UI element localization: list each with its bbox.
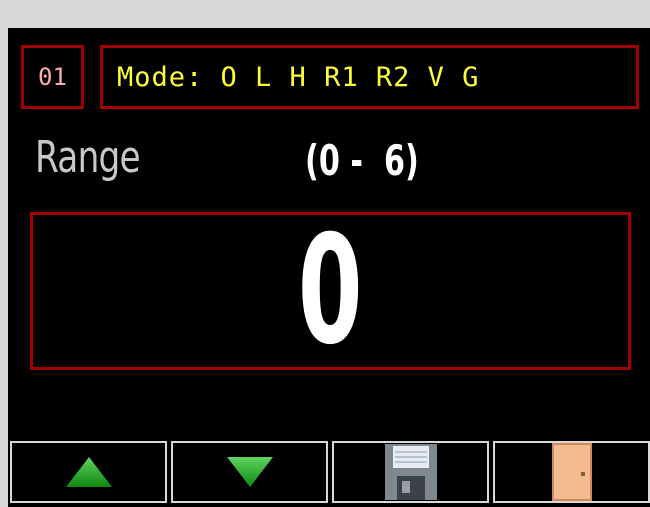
current-value: 0 [298,204,363,378]
range-limits: (0 - 6) [305,136,419,185]
mode-label: Mode: O L H R1 R2 V G [117,61,480,93]
exit-button[interactable] [493,441,650,503]
channel-id: 01 [38,63,67,91]
mode-box: Mode: O L H R1 R2 V G [100,45,639,109]
up-button[interactable] [10,441,167,503]
down-button[interactable] [171,441,328,503]
channel-id-box: 01 [21,45,84,109]
down-arrow-icon [226,457,273,487]
range-label: Range [35,132,141,183]
device-screen: 01 Mode: O L H R1 R2 V G Range (0 - 6) 0 [8,28,650,507]
floppy-disk-icon [384,444,437,500]
door-icon [551,443,592,501]
up-arrow-icon [65,457,112,487]
value-display: 0 [30,212,631,370]
button-bar [10,441,650,507]
save-button[interactable] [332,441,489,503]
